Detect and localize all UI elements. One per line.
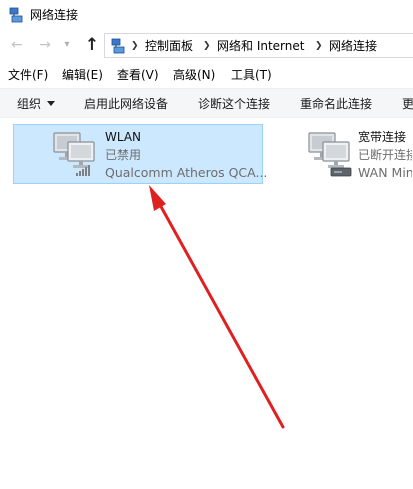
breadcrumb-network-connections[interactable]: 网络连接 [329, 38, 377, 54]
navigation-bar: ← → ▾ ↑ ❯ 控制面板 ❯ 网络和 Internet ❯ 网络连接 [0, 30, 413, 62]
title-bar: 网络连接 [0, 0, 413, 30]
breadcrumb-network-internet[interactable]: 网络和 Internet [217, 38, 304, 54]
back-arrow-icon[interactable]: ← [8, 36, 26, 54]
connection-status: 已断开连接 [358, 148, 413, 162]
recent-locations-chevron-icon[interactable]: ▾ [60, 36, 74, 54]
breadcrumb-separator-icon[interactable]: ❯ [315, 38, 323, 54]
menu-tools[interactable]: 工具(T) [231, 67, 272, 83]
breadcrumb-separator-icon[interactable]: ❯ [131, 38, 139, 54]
broadband-modem-icon [308, 132, 352, 177]
connection-status: 已禁用 [105, 148, 142, 162]
window-title: 网络连接 [30, 8, 79, 22]
menu-file[interactable]: 文件(F) [8, 67, 48, 83]
wireless-adapter-disabled-icon [53, 132, 95, 176]
connection-name: WLAN [105, 130, 142, 144]
connections-list: WLAN 已禁用 Qualcomm Atheros QCA... 宽带连接 已断… [0, 119, 413, 489]
enable-device-button[interactable]: 启用此网络设备 [84, 96, 168, 112]
connection-tile-broadband[interactable]: 宽带连接 已断开连接 WAN Mini [300, 124, 413, 184]
breadcrumb-separator-icon[interactable]: ❯ [203, 38, 211, 54]
more-commands-button[interactable]: 更 [402, 96, 413, 112]
control-panel-icon [111, 38, 125, 54]
connection-tile-wlan[interactable]: WLAN 已禁用 Qualcomm Atheros QCA... [13, 124, 267, 184]
dropdown-caret-icon [47, 101, 56, 106]
forward-arrow-icon[interactable]: → [36, 36, 54, 54]
menu-bar: 文件(F) 编辑(E) 查看(V) 高级(N) 工具(T) [0, 64, 413, 86]
menu-view[interactable]: 查看(V) [117, 67, 159, 83]
command-bar: 组织 启用此网络设备 诊断这个连接 重命名此连接 更 [0, 88, 413, 118]
rename-button[interactable]: 重命名此连接 [300, 96, 372, 112]
diagnose-button[interactable]: 诊断这个连接 [198, 96, 270, 112]
connection-name: 宽带连接 [358, 130, 407, 144]
connection-device: WAN Mini [358, 165, 413, 180]
organize-button[interactable]: 组织 [17, 96, 56, 112]
network-connections-icon [9, 7, 23, 23]
breadcrumb-control-panel[interactable]: 控制面板 [145, 38, 193, 54]
up-arrow-icon[interactable]: ↑ [82, 36, 102, 54]
menu-advanced[interactable]: 高级(N) [173, 67, 215, 83]
organize-label: 组织 [17, 97, 42, 111]
connection-device: Qualcomm Atheros QCA... [105, 165, 268, 180]
address-bar[interactable]: ❯ 控制面板 ❯ 网络和 Internet ❯ 网络连接 [104, 33, 413, 58]
menu-edit[interactable]: 编辑(E) [62, 67, 103, 83]
